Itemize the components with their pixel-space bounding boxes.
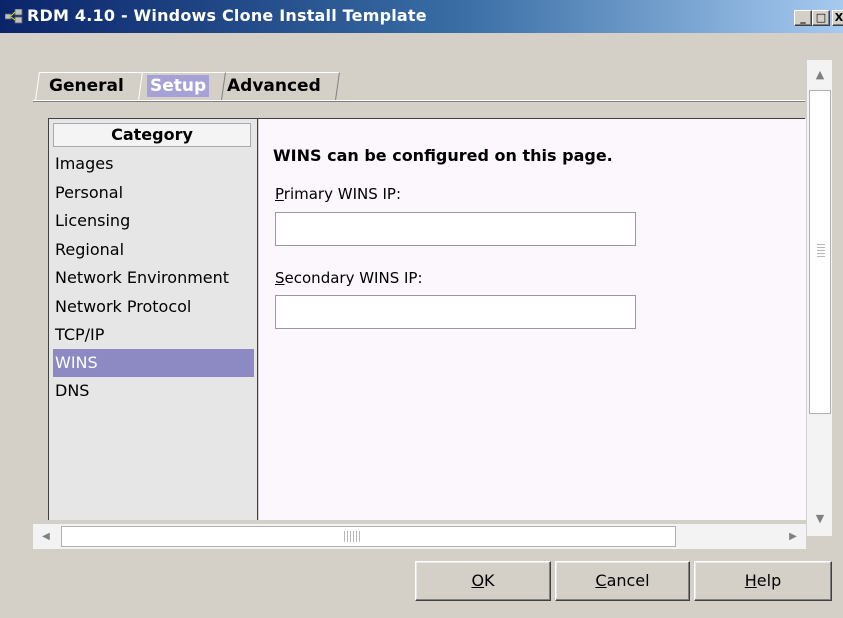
category-list: Category Images Personal Licensing Regio… — [49, 119, 258, 520]
category-item-network-environment[interactable]: Network Environment — [53, 264, 254, 292]
tab-setup-label: Setup — [147, 75, 210, 97]
category-item-personal[interactable]: Personal — [53, 179, 254, 207]
page-heading: WINS can be configured on this page. — [273, 146, 613, 165]
ok-mnemonic: O — [471, 571, 485, 590]
secondary-wins-label: Secondary WINS IP: — [275, 269, 423, 287]
vertical-scrollbar[interactable]: ▲ ▼ — [806, 60, 832, 536]
category-item-network-protocol[interactable]: Network Protocol — [53, 293, 254, 321]
tab-advanced[interactable]: Advanced — [220, 72, 340, 100]
primary-wins-label-text: rimary WINS IP: — [283, 185, 402, 203]
help-mnemonic: H — [744, 571, 757, 590]
secondary-wins-mnemonic: S — [275, 269, 285, 287]
title-bar[interactable]: RDM 4.10 - Windows Clone Install Templat… — [0, 0, 843, 33]
vertical-scroll-thumb[interactable] — [809, 90, 831, 414]
cancel-label: ancel — [606, 571, 650, 590]
ok-label: K — [484, 571, 495, 590]
scroll-up-icon[interactable]: ▲ — [807, 60, 833, 90]
scroll-down-icon[interactable]: ▼ — [807, 504, 833, 534]
cancel-button[interactable]: Cancel — [555, 561, 690, 601]
tab-advanced-label: Advanced — [227, 76, 321, 96]
minimize-button[interactable]: _ — [794, 10, 812, 26]
window-title: RDM 4.10 - Windows Clone Install Templat… — [27, 6, 427, 25]
tab-general-label: General — [49, 76, 124, 96]
category-item-wins[interactable]: WINS — [53, 349, 254, 377]
ok-button[interactable]: OK — [415, 561, 551, 601]
network-computers-icon — [5, 9, 23, 24]
wins-content: WINS can be configured on this page. Pri… — [259, 119, 806, 520]
category-item-regional[interactable]: Regional — [53, 236, 254, 264]
horizontal-scroll-thumb[interactable] — [61, 526, 676, 547]
primary-wins-mnemonic: P — [275, 185, 284, 203]
category-item-tcpip[interactable]: TCP/IP — [53, 321, 254, 349]
tab-divider — [33, 100, 805, 102]
scroll-left-icon[interactable]: ◀ — [33, 524, 59, 549]
grip-icon — [817, 243, 825, 257]
maximize-button[interactable]: □ — [812, 10, 830, 26]
category-item-images[interactable]: Images — [53, 150, 254, 178]
category-item-licensing[interactable]: Licensing — [53, 207, 254, 235]
scroll-right-icon[interactable]: ▶ — [780, 524, 806, 549]
primary-wins-label: Primary WINS IP: — [275, 185, 401, 203]
grip-icon — [344, 531, 362, 542]
primary-wins-input[interactable] — [275, 212, 636, 246]
category-item-dns[interactable]: DNS — [53, 377, 254, 405]
tab-general[interactable]: General — [35, 72, 144, 100]
category-header: Category — [53, 123, 251, 147]
cancel-mnemonic: C — [595, 571, 607, 590]
setup-panel: Category Images Personal Licensing Regio… — [48, 118, 806, 520]
secondary-wins-label-text: econdary WINS IP: — [284, 269, 423, 287]
tab-setup[interactable]: Setup — [138, 72, 226, 100]
horizontal-scrollbar[interactable]: ◀ ▶ — [33, 523, 806, 549]
help-button[interactable]: Help — [694, 561, 832, 601]
close-button[interactable]: X — [832, 10, 843, 26]
help-label: elp — [756, 571, 782, 590]
secondary-wins-input[interactable] — [275, 295, 636, 329]
